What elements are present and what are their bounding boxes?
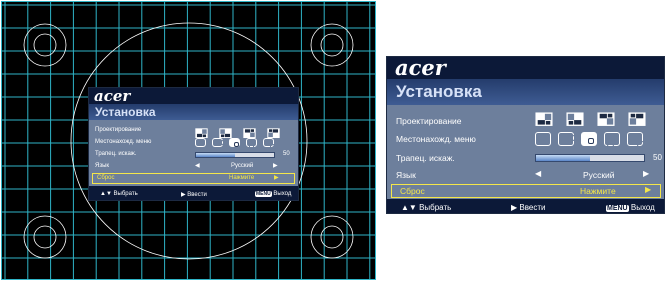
- front-ceiling-icon[interactable]: [597, 112, 615, 126]
- row-label-projection[interactable]: Проектирование: [95, 127, 141, 133]
- language-left-arrow[interactable]: ◀: [195, 162, 200, 169]
- top-right-icon[interactable]: [558, 132, 575, 146]
- osd-menu-large: acer Установка Проектирование Местонахож…: [386, 55, 665, 214]
- rear-desk-icon[interactable]: [566, 112, 584, 126]
- corner-circle-bl: [23, 215, 67, 259]
- reset-row-highlight[interactable]: [391, 184, 661, 198]
- menu-key: MENU: [606, 205, 629, 212]
- top-left-icon[interactable]: [535, 132, 551, 146]
- reset-row-highlight[interactable]: [92, 173, 295, 184]
- row-label-menu-location[interactable]: Местонахожд. меню: [396, 134, 476, 144]
- rear-ceiling-icon[interactable]: [267, 125, 280, 138]
- bottom-right-icon[interactable]: [263, 138, 276, 149]
- bottom-left-icon[interactable]: [246, 138, 257, 149]
- osd-title: Установка: [396, 82, 482, 101]
- front-ceiling-icon[interactable]: [243, 125, 256, 138]
- row-label-language[interactable]: Язык: [95, 163, 109, 169]
- row-label-reset[interactable]: Сброс: [97, 175, 114, 181]
- acer-logo: acer: [395, 55, 446, 80]
- row-label-menu-location[interactable]: Местонахожд. меню: [95, 139, 151, 145]
- corner-circle-bl-inner: [33, 225, 57, 249]
- rear-desk-icon[interactable]: [219, 125, 232, 138]
- reset-right-arrow[interactable]: ▶: [645, 185, 651, 194]
- reset-value[interactable]: Нажмите: [580, 186, 616, 196]
- hint-enter: ▶ Ввести: [181, 192, 207, 198]
- bottom-left-icon[interactable]: [604, 132, 620, 147]
- language-right-arrow[interactable]: ▶: [273, 162, 278, 169]
- hint-exit: MENU Выход: [606, 203, 655, 212]
- hint-select: ▲▼ Выбрать: [401, 203, 452, 212]
- menu-key: MENU: [255, 191, 272, 197]
- hint-select: ▲▼ Выбрать: [100, 191, 138, 197]
- language-left-arrow[interactable]: ◀: [535, 169, 541, 178]
- language-right-arrow[interactable]: ▶: [643, 169, 649, 178]
- corner-circle-tl: [23, 23, 67, 67]
- front-desk-icon[interactable]: [535, 112, 553, 126]
- row-label-reset[interactable]: Сброс: [400, 186, 425, 196]
- front-desk-icon[interactable]: [195, 125, 208, 138]
- keystone-slider[interactable]: [195, 152, 275, 158]
- osd-title: Установка: [95, 105, 156, 119]
- center-icon[interactable]: [581, 132, 597, 146]
- reset-right-arrow[interactable]: ▶: [274, 174, 279, 181]
- hint-exit: MENU Выход: [255, 191, 292, 197]
- row-label-language[interactable]: Язык: [396, 170, 416, 180]
- row-label-projection[interactable]: Проектирование: [396, 116, 462, 126]
- corner-circle-tl-inner: [33, 33, 57, 57]
- hint-enter: ▶ Ввести: [511, 203, 546, 212]
- keystone-value: 50: [653, 153, 662, 162]
- top-left-icon[interactable]: [195, 138, 206, 147]
- center-icon[interactable]: [229, 138, 240, 147]
- projected-screen: acer Установка Проектирование Местонахож…: [1, 1, 376, 280]
- top-right-icon[interactable]: [212, 138, 225, 147]
- bottom-right-icon[interactable]: [627, 132, 644, 147]
- osd-menu-small: acer Установка Проектирование Местонахож…: [88, 87, 299, 201]
- keystone-slider[interactable]: [535, 154, 645, 162]
- language-value: Русский: [583, 170, 615, 180]
- language-value: Русский: [231, 163, 254, 169]
- row-label-keystone[interactable]: Трапец. искаж.: [396, 153, 455, 163]
- keystone-value: 50: [283, 151, 290, 157]
- reset-value[interactable]: Нажмите: [229, 175, 254, 181]
- rear-ceiling-icon[interactable]: [628, 112, 646, 126]
- row-label-keystone[interactable]: Трапец. искаж.: [95, 151, 136, 157]
- acer-logo: acer: [94, 87, 131, 105]
